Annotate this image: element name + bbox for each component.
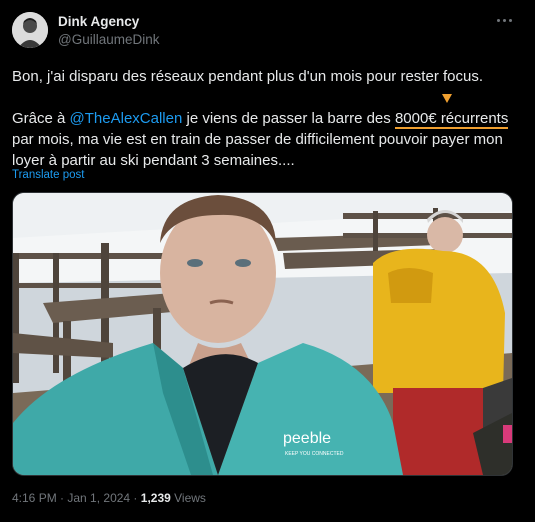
views-count: 1,239 <box>140 491 171 505</box>
views-label: Views <box>170 491 206 505</box>
tweet-paragraph-1: Bon, j'ai disparu des réseaux pendant pl… <box>12 68 483 85</box>
translate-post-link[interactable]: Translate post <box>12 169 84 181</box>
meta-separator: · <box>56 491 68 505</box>
tweet-text-segment: par mois, ma vie est en train de passer … <box>12 131 503 169</box>
author-display-name[interactable]: Dink Agency <box>58 14 139 29</box>
tweet-text-segment: je viens de passer la barre des <box>182 110 395 127</box>
tweet-time[interactable]: 4:16 PM <box>12 491 57 505</box>
more-options-icon[interactable] <box>495 12 515 28</box>
author-handle[interactable]: @GuillaumeDink <box>58 32 160 47</box>
selfie-image: peeble KEEP YOU CONNECTED <box>13 193 512 475</box>
tweet-photo[interactable]: peeble KEEP YOU CONNECTED <box>12 192 513 476</box>
tweet-date[interactable]: Jan 1, 2024 <box>67 491 130 505</box>
jacket-logo-subtext: KEEP YOU CONNECTED <box>285 451 344 457</box>
down-arrow-annotation-icon <box>442 94 452 103</box>
tweet-paragraph-2: Grâce à @TheAlexCallen je viens de passe… <box>12 108 527 171</box>
tweet-card: Dink Agency @GuillaumeDink Bon, j'ai dis… <box>0 0 535 522</box>
avatar[interactable] <box>12 12 48 48</box>
tweet-meta: 4:16 PM · Jan 1, 2024 · 1,239 Views <box>12 491 206 505</box>
jacket-logo-text: peeble <box>283 430 331 447</box>
highlighted-amount: 8000€ récurrents <box>394 110 509 129</box>
tweet-text-segment: Grâce à <box>12 110 70 127</box>
meta-separator: · <box>130 491 141 505</box>
mention-link[interactable]: @TheAlexCallen <box>70 110 183 127</box>
tweet-text: Bon, j'ai disparu des réseaux pendant pl… <box>12 66 527 171</box>
